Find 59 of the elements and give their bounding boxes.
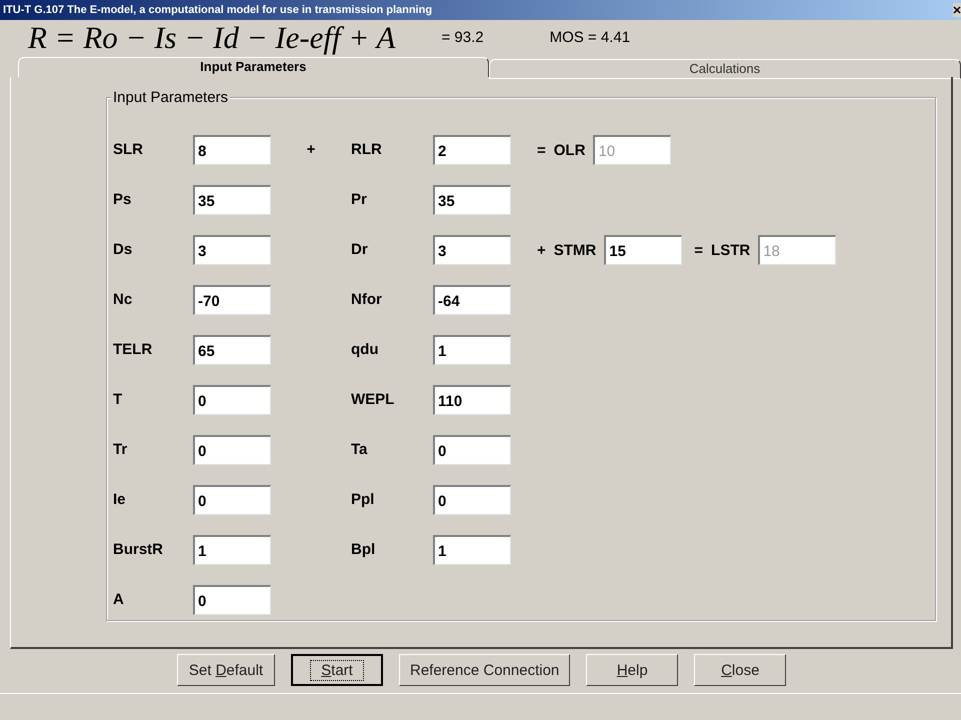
field-label: WEPL: [351, 391, 394, 408]
input-field[interactable]: 15: [604, 235, 682, 265]
field-label: Bpl: [351, 541, 376, 558]
input-field[interactable]: 1: [433, 535, 511, 565]
input-field[interactable]: 0: [433, 485, 511, 515]
field-label: RLR: [351, 141, 382, 158]
formula-text: R = Ro − Is − Id − Ie-eff + A: [28, 20, 396, 56]
field-label: qdu: [351, 341, 378, 358]
field-label: Ps: [113, 191, 132, 208]
input-field[interactable]: 2: [433, 135, 511, 165]
operator: +: [306, 141, 316, 158]
input-field[interactable]: 35: [193, 185, 271, 215]
result-value: = 93.2: [441, 29, 484, 46]
input-field[interactable]: 65: [193, 335, 271, 365]
field-label: OLR: [554, 142, 586, 158]
input-field[interactable]: 3: [433, 235, 511, 265]
field-label: Dr: [351, 241, 368, 258]
field-label: Ppl: [351, 491, 374, 508]
input-field[interactable]: 1: [193, 535, 271, 565]
input-field[interactable]: 0: [193, 385, 271, 415]
close-icon[interactable]: [953, 3, 961, 17]
window-title: ITU-T G.107 The E-model, a computational model for use in transmission planning: [3, 4, 432, 16]
mos-value: MOS = 4.41: [550, 29, 630, 46]
input-field[interactable]: 0: [193, 485, 271, 515]
input-field[interactable]: 3: [193, 235, 271, 265]
input-field[interactable]: 35: [433, 185, 511, 215]
field-label: Tr: [113, 441, 128, 458]
field-label: Nfor: [351, 291, 382, 308]
field-label: Pr: [351, 191, 367, 208]
dialog-button[interactable]: Set Default: [177, 654, 275, 686]
tab[interactable]: Input Parameters: [18, 57, 488, 77]
input-field[interactable]: 1: [433, 335, 511, 365]
dialog-button[interactable]: Help: [586, 654, 678, 686]
field-label: T: [113, 391, 122, 408]
field-label: Ta: [351, 441, 368, 458]
input-field[interactable]: 8: [193, 135, 271, 165]
field-label: =: [694, 242, 704, 258]
field-label: LSTR: [711, 242, 750, 258]
input-field[interactable]: 0: [193, 585, 271, 615]
field-label: TELR: [113, 341, 152, 358]
input-field[interactable]: -64: [433, 285, 511, 315]
field-label: Nc: [113, 291, 132, 308]
dialog-button[interactable]: Reference Connection: [399, 654, 570, 686]
field-label: +: [537, 242, 546, 258]
tab[interactable]: Calculations: [488, 59, 961, 79]
input-field[interactable]: 0: [433, 435, 511, 465]
field-label: STMR: [554, 242, 596, 258]
input-field[interactable]: 0: [193, 435, 271, 465]
field-label: SLR: [113, 141, 143, 158]
field-label: =: [537, 142, 546, 158]
field-label: A: [113, 591, 124, 608]
dialog-button[interactable]: Close: [694, 654, 786, 686]
input-field[interactable]: 110: [433, 385, 511, 415]
field-label: BurstR: [113, 541, 164, 558]
input-field[interactable]: -70: [193, 285, 271, 315]
field-label: Ds: [113, 241, 132, 258]
group-title: Input Parameters: [111, 89, 230, 106]
dialog-button[interactable]: Start: [291, 654, 383, 686]
field-label: Ie: [113, 491, 126, 508]
